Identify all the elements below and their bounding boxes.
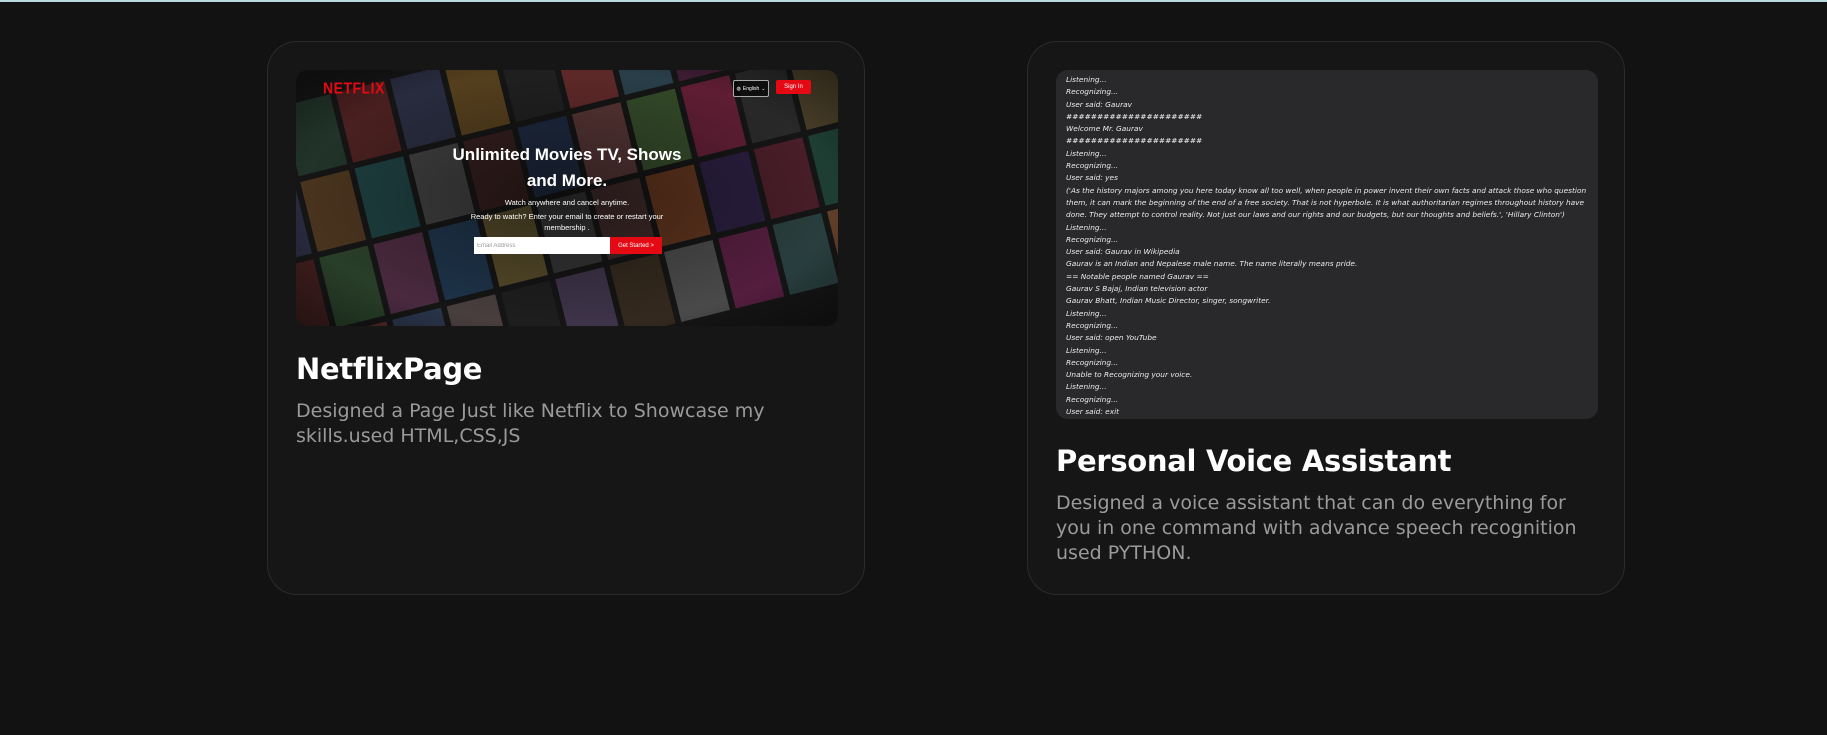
console-line: Gaurav S Bajaj, Indian television actor	[1066, 284, 1208, 294]
console-line: Listening...	[1066, 222, 1107, 232]
language-select[interactable]: ◍ English ⌄	[733, 80, 769, 97]
console-line: User said: Gaurav	[1066, 99, 1133, 109]
console-line: Recognizing...	[1066, 234, 1119, 244]
console-line: Listening...	[1066, 308, 1107, 318]
console-line: ######################	[1066, 111, 1203, 121]
console-line: Recognizing...	[1066, 394, 1119, 404]
project-title: Personal Voice Assistant	[1056, 444, 1452, 478]
console-line: Listening...	[1066, 382, 1107, 392]
project-card-voice-assistant[interactable]: Listening... Recognizing... User said: G…	[1027, 41, 1625, 595]
console-line: Listening...	[1066, 75, 1107, 84]
project-title: NetflixPage	[296, 352, 483, 386]
console-line: Welcome Mr. Gaurav	[1066, 124, 1143, 134]
globe-icon: ◍	[736, 85, 741, 92]
console-line-quote: ('As the history majors among you here t…	[1066, 185, 1587, 220]
netflix-headline: Unlimited Movies TV, Shows and More.	[452, 145, 682, 190]
email-field[interactable]	[474, 237, 612, 254]
language-label: English	[742, 85, 760, 92]
console-line: ######################	[1066, 136, 1203, 146]
top-accent-line	[0, 0, 1827, 2]
netflix-logo: NETFLIX	[323, 79, 385, 97]
chevron-down-icon: ⌄	[761, 85, 766, 92]
console-output: Listening... Recognizing... User said: G…	[1066, 74, 1592, 418]
sign-in-button[interactable]: Sign In	[776, 80, 811, 94]
console-line: Recognizing...	[1066, 320, 1119, 330]
project-description: Designed a voice assistant that can do e…	[1056, 492, 1577, 564]
netflix-subtitle: Watch anywhere and cancel anytime.	[504, 198, 630, 207]
netflix-cta-text: Ready to watch? Enter your email to crea…	[470, 212, 664, 232]
console-line: Gaurav Bhatt, Indian Music Director, sin…	[1066, 296, 1271, 306]
console-line: Recognizing...	[1066, 87, 1119, 97]
project-card-netflix[interactable]: NETFLIX ◍ English ⌄ Sign In Unlimited Mo…	[267, 41, 865, 595]
console-output-image: Listening... Recognizing... User said: G…	[1056, 70, 1598, 419]
console-line: User said: exit	[1066, 407, 1120, 417]
console-line: User said: yes	[1066, 173, 1118, 183]
console-line: == Notable people named Gaurav ==	[1066, 271, 1209, 281]
console-line: User said: Gaurav in Wikipedia	[1066, 247, 1180, 257]
console-line: Unable to Recognizing your voice.	[1066, 370, 1193, 380]
console-line: User said: open YouTube	[1066, 333, 1157, 343]
get-started-button[interactable]: Get Started >	[610, 237, 662, 254]
console-line: Recognizing...	[1066, 161, 1119, 171]
console-line: Recognizing...	[1066, 357, 1119, 367]
netflix-preview-image: NETFLIX ◍ English ⌄ Sign In Unlimited Mo…	[296, 70, 838, 326]
console-line: Gaurav is an Indian and Nepalese male na…	[1066, 259, 1358, 269]
console-line: Listening...	[1066, 345, 1107, 355]
project-description: Designed a Page Just like Netflix to Sho…	[296, 400, 765, 447]
console-line: Listening...	[1066, 148, 1107, 158]
